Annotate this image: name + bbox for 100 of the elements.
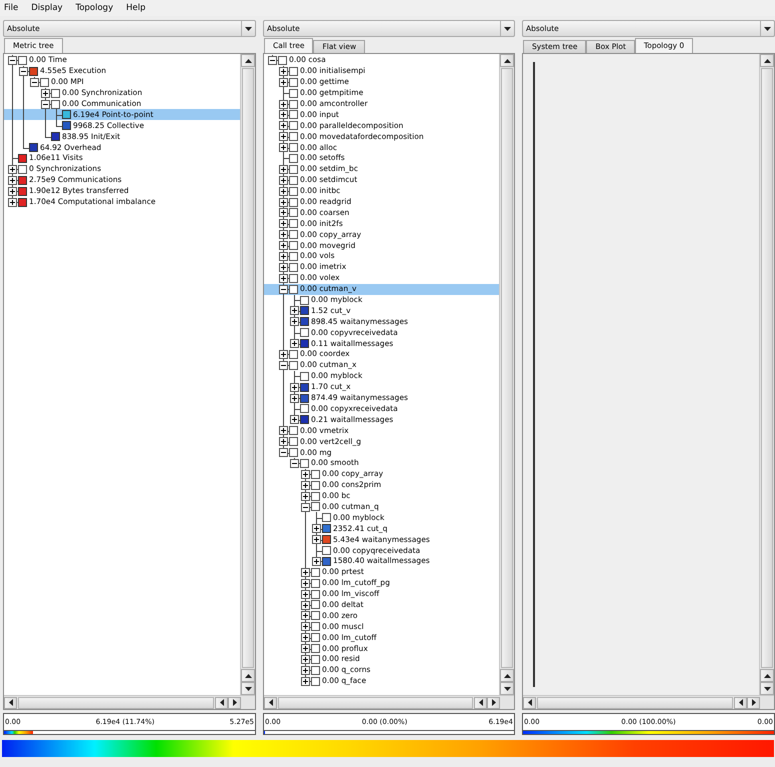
expand-toggle[interactable] [301, 568, 310, 577]
dropdown-arrow-icon [245, 26, 252, 30]
collapse-toggle[interactable] [268, 56, 277, 65]
scrollbar-thumb[interactable] [761, 68, 773, 668]
expand-toggle[interactable] [301, 644, 310, 654]
expand-toggle[interactable] [279, 186, 288, 196]
scroll-down-button[interactable] [241, 682, 255, 695]
expand-toggle[interactable] [8, 198, 17, 207]
scroll-left-button[interactable] [215, 696, 228, 708]
expand-toggle[interactable] [279, 176, 288, 185]
expand-toggle[interactable] [279, 78, 288, 87]
collapse-toggle[interactable] [279, 448, 288, 458]
up-arrow-icon [504, 674, 510, 678]
expand-toggle[interactable] [312, 535, 321, 544]
scrollbar-thumb[interactable] [501, 68, 513, 668]
scroll-left-button[interactable] [523, 696, 536, 708]
collapse-toggle[interactable] [301, 502, 310, 512]
collapse-toggle[interactable] [8, 56, 17, 65]
expand-toggle[interactable] [279, 198, 288, 207]
scroll-right-button[interactable] [228, 696, 241, 708]
collapse-toggle[interactable] [30, 78, 39, 87]
expand-toggle[interactable] [279, 132, 288, 142]
expand-toggle[interactable] [41, 88, 50, 98]
down-arrow-icon [504, 686, 510, 690]
scroll-left-button[interactable] [734, 696, 747, 708]
expand-toggle[interactable] [301, 578, 310, 588]
up-arrow-icon [764, 674, 770, 678]
expand-toggle[interactable] [279, 164, 288, 174]
scroll-up-button[interactable] [241, 669, 255, 682]
scroll-right-button[interactable] [487, 696, 500, 708]
scroll-up-button[interactable] [760, 669, 774, 682]
expand-toggle[interactable] [301, 480, 310, 490]
expand-toggle[interactable] [279, 110, 288, 120]
expand-toggle[interactable] [279, 121, 288, 130]
expand-toggle[interactable] [279, 350, 288, 360]
menu-item[interactable]: File [4, 3, 18, 13]
expand-toggle[interactable] [301, 590, 310, 599]
up-arrow-icon [244, 674, 252, 678]
left-arrow-icon [738, 699, 742, 706]
left-arrow-icon [8, 699, 12, 706]
down-arrow-icon [244, 686, 252, 690]
collapse-toggle[interactable] [290, 458, 299, 468]
expand-toggle[interactable] [290, 306, 299, 316]
expand-toggle[interactable] [279, 252, 288, 262]
scroll-left-button[interactable] [4, 696, 17, 708]
expand-toggle[interactable] [279, 262, 288, 272]
scroll-down-button[interactable] [500, 682, 514, 695]
expand-toggle[interactable] [279, 143, 288, 152]
expand-toggle[interactable] [279, 66, 288, 76]
expand-toggle[interactable] [301, 600, 310, 610]
expand-toggle[interactable] [290, 317, 299, 326]
expand-toggle[interactable] [312, 556, 321, 566]
collapse-toggle[interactable] [41, 100, 50, 109]
expand-toggle[interactable] [301, 611, 310, 620]
expand-toggle[interactable] [301, 654, 310, 664]
right-arrow-icon [232, 699, 236, 706]
collapse-toggle[interactable] [19, 66, 28, 76]
expand-toggle[interactable] [8, 186, 17, 196]
expand-toggle[interactable] [8, 164, 17, 174]
expand-toggle[interactable] [279, 274, 288, 283]
expand-toggle[interactable] [312, 524, 321, 534]
up-arrow-icon [764, 58, 770, 62]
expand-toggle[interactable] [279, 241, 288, 250]
expand-toggle[interactable] [279, 230, 288, 240]
left-arrow-icon [220, 699, 224, 706]
scrollbar-thumb[interactable] [18, 696, 214, 708]
scroll-up-button[interactable] [760, 54, 774, 67]
scrollbar-thumb[interactable] [242, 68, 254, 668]
scroll-down-button[interactable] [760, 682, 774, 695]
expand-toggle[interactable] [279, 426, 288, 436]
expand-toggle[interactable] [290, 339, 299, 348]
expand-toggle[interactable] [301, 676, 310, 686]
expand-toggle[interactable] [279, 437, 288, 446]
scrollbar-thumb[interactable] [537, 696, 733, 708]
menu-item[interactable]: Topology [76, 3, 114, 13]
scroll-left-button[interactable] [264, 696, 277, 708]
scroll-right-button[interactable] [747, 696, 760, 708]
scroll-left-button[interactable] [474, 696, 487, 708]
scroll-up-button[interactable] [500, 669, 514, 682]
expand-toggle[interactable] [279, 100, 288, 109]
collapse-toggle[interactable] [279, 284, 288, 294]
expand-toggle[interactable] [8, 176, 17, 185]
expand-toggle[interactable] [290, 394, 299, 403]
expand-toggle[interactable] [279, 208, 288, 218]
expand-toggle[interactable] [301, 470, 310, 479]
collapse-toggle[interactable] [279, 360, 288, 370]
scroll-up-button[interactable] [241, 54, 255, 67]
expand-toggle[interactable] [279, 219, 288, 228]
menu-item[interactable]: Display [31, 3, 63, 13]
expand-toggle[interactable] [290, 382, 299, 392]
up-arrow-icon [244, 58, 252, 62]
expand-toggle[interactable] [301, 492, 310, 501]
expand-toggle[interactable] [290, 415, 299, 424]
scroll-up-button[interactable] [500, 54, 514, 67]
expand-toggle[interactable] [301, 622, 310, 632]
expand-toggle[interactable] [301, 666, 310, 675]
expand-toggle[interactable] [301, 633, 310, 642]
scrollbar-thumb[interactable] [278, 696, 473, 708]
dropdown-arrow-icon [764, 26, 771, 30]
menu-item[interactable]: Help [126, 3, 146, 13]
